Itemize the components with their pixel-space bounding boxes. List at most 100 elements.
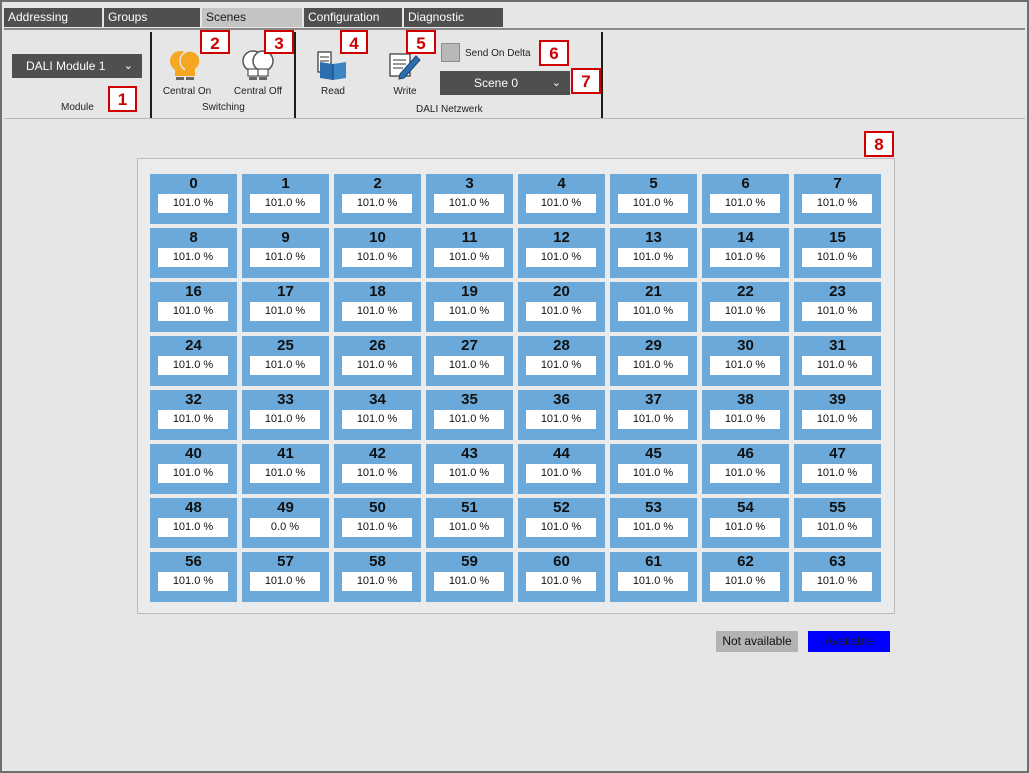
scene-dropdown[interactable]: Scene 0 ⌄: [440, 71, 570, 95]
device-cell[interactable]: 2 101.0 %: [334, 174, 421, 224]
send-on-delta-checkbox[interactable]: [441, 43, 460, 62]
device-cell[interactable]: 51 101.0 %: [426, 498, 513, 548]
device-cell[interactable]: 50 101.0 %: [334, 498, 421, 548]
device-value-field[interactable]: 101.0 %: [342, 248, 412, 267]
device-value-field[interactable]: 101.0 %: [802, 518, 872, 537]
device-value-field[interactable]: 101.0 %: [618, 518, 688, 537]
device-cell[interactable]: 6 101.0 %: [702, 174, 789, 224]
device-value-field[interactable]: 101.0 %: [710, 572, 780, 591]
device-cell[interactable]: 52 101.0 %: [518, 498, 605, 548]
tab-addressing[interactable]: Addressing: [4, 8, 102, 27]
device-value-field[interactable]: 101.0 %: [342, 572, 412, 591]
device-value-field[interactable]: 101.0 %: [250, 464, 320, 483]
device-cell[interactable]: 30 101.0 %: [702, 336, 789, 386]
device-value-field[interactable]: 101.0 %: [434, 464, 504, 483]
device-cell[interactable]: 35 101.0 %: [426, 390, 513, 440]
device-value-field[interactable]: 101.0 %: [802, 194, 872, 213]
device-cell[interactable]: 59 101.0 %: [426, 552, 513, 602]
device-cell[interactable]: 8 101.0 %: [150, 228, 237, 278]
device-cell[interactable]: 31 101.0 %: [794, 336, 881, 386]
device-value-field[interactable]: 101.0 %: [158, 248, 228, 267]
device-value-field[interactable]: 101.0 %: [526, 194, 596, 213]
device-value-field[interactable]: 101.0 %: [802, 356, 872, 375]
device-value-field[interactable]: 101.0 %: [158, 356, 228, 375]
device-cell[interactable]: 21 101.0 %: [610, 282, 697, 332]
device-value-field[interactable]: 101.0 %: [710, 302, 780, 321]
device-value-field[interactable]: 101.0 %: [434, 518, 504, 537]
device-cell[interactable]: 42 101.0 %: [334, 444, 421, 494]
device-value-field[interactable]: 101.0 %: [158, 518, 228, 537]
device-value-field[interactable]: 101.0 %: [158, 464, 228, 483]
device-cell[interactable]: 43 101.0 %: [426, 444, 513, 494]
device-cell[interactable]: 38 101.0 %: [702, 390, 789, 440]
module-dropdown[interactable]: DALI Module 1 ⌄: [12, 54, 142, 78]
device-cell[interactable]: 49 0.0 %: [242, 498, 329, 548]
device-value-field[interactable]: 101.0 %: [250, 356, 320, 375]
device-value-field[interactable]: 101.0 %: [526, 248, 596, 267]
device-cell[interactable]: 47 101.0 %: [794, 444, 881, 494]
tab-groups[interactable]: Groups: [104, 8, 200, 27]
device-cell[interactable]: 32 101.0 %: [150, 390, 237, 440]
device-cell[interactable]: 15 101.0 %: [794, 228, 881, 278]
device-cell[interactable]: 62 101.0 %: [702, 552, 789, 602]
device-value-field[interactable]: 101.0 %: [526, 356, 596, 375]
device-cell[interactable]: 54 101.0 %: [702, 498, 789, 548]
device-cell[interactable]: 55 101.0 %: [794, 498, 881, 548]
device-cell[interactable]: 45 101.0 %: [610, 444, 697, 494]
device-value-field[interactable]: 101.0 %: [710, 194, 780, 213]
device-value-field[interactable]: 101.0 %: [710, 464, 780, 483]
device-value-field[interactable]: 101.0 %: [342, 410, 412, 429]
device-value-field[interactable]: 101.0 %: [342, 518, 412, 537]
device-cell[interactable]: 26 101.0 %: [334, 336, 421, 386]
device-value-field[interactable]: 101.0 %: [618, 302, 688, 321]
device-value-field[interactable]: 101.0 %: [526, 302, 596, 321]
device-value-field[interactable]: 101.0 %: [342, 356, 412, 375]
device-value-field[interactable]: 101.0 %: [710, 410, 780, 429]
device-cell[interactable]: 19 101.0 %: [426, 282, 513, 332]
device-cell[interactable]: 24 101.0 %: [150, 336, 237, 386]
device-value-field[interactable]: 101.0 %: [250, 194, 320, 213]
bulb-on-icon[interactable]: [168, 48, 204, 86]
device-value-field[interactable]: 101.0 %: [434, 194, 504, 213]
device-value-field[interactable]: 101.0 %: [802, 248, 872, 267]
device-cell[interactable]: 40 101.0 %: [150, 444, 237, 494]
device-cell[interactable]: 27 101.0 %: [426, 336, 513, 386]
device-value-field[interactable]: 101.0 %: [526, 518, 596, 537]
device-value-field[interactable]: 101.0 %: [526, 572, 596, 591]
device-value-field[interactable]: 101.0 %: [526, 464, 596, 483]
device-value-field[interactable]: 101.0 %: [434, 356, 504, 375]
device-cell[interactable]: 53 101.0 %: [610, 498, 697, 548]
device-value-field[interactable]: 101.0 %: [802, 464, 872, 483]
device-value-field[interactable]: 101.0 %: [342, 302, 412, 321]
device-value-field[interactable]: 101.0 %: [250, 572, 320, 591]
device-value-field[interactable]: 101.0 %: [802, 572, 872, 591]
device-cell[interactable]: 22 101.0 %: [702, 282, 789, 332]
device-cell[interactable]: 16 101.0 %: [150, 282, 237, 332]
device-value-field[interactable]: 101.0 %: [250, 302, 320, 321]
device-value-field[interactable]: 101.0 %: [158, 194, 228, 213]
device-cell[interactable]: 29 101.0 %: [610, 336, 697, 386]
device-value-field[interactable]: 101.0 %: [250, 248, 320, 267]
device-cell[interactable]: 1 101.0 %: [242, 174, 329, 224]
device-value-field[interactable]: 101.0 %: [250, 410, 320, 429]
device-cell[interactable]: 10 101.0 %: [334, 228, 421, 278]
device-cell[interactable]: 9 101.0 %: [242, 228, 329, 278]
device-cell[interactable]: 41 101.0 %: [242, 444, 329, 494]
device-value-field[interactable]: 101.0 %: [158, 302, 228, 321]
device-cell[interactable]: 37 101.0 %: [610, 390, 697, 440]
device-value-field[interactable]: 101.0 %: [158, 572, 228, 591]
tab-scenes[interactable]: Scenes: [202, 8, 302, 27]
device-value-field[interactable]: 101.0 %: [618, 194, 688, 213]
device-value-field[interactable]: 101.0 %: [618, 356, 688, 375]
device-cell[interactable]: 12 101.0 %: [518, 228, 605, 278]
device-cell[interactable]: 3 101.0 %: [426, 174, 513, 224]
tab-configuration[interactable]: Configuration: [304, 8, 402, 27]
device-cell[interactable]: 36 101.0 %: [518, 390, 605, 440]
device-cell[interactable]: 46 101.0 %: [702, 444, 789, 494]
device-cell[interactable]: 58 101.0 %: [334, 552, 421, 602]
device-value-field[interactable]: 101.0 %: [158, 410, 228, 429]
device-cell[interactable]: 0 101.0 %: [150, 174, 237, 224]
device-cell[interactable]: 56 101.0 %: [150, 552, 237, 602]
device-cell[interactable]: 17 101.0 %: [242, 282, 329, 332]
device-value-field[interactable]: 101.0 %: [618, 410, 688, 429]
